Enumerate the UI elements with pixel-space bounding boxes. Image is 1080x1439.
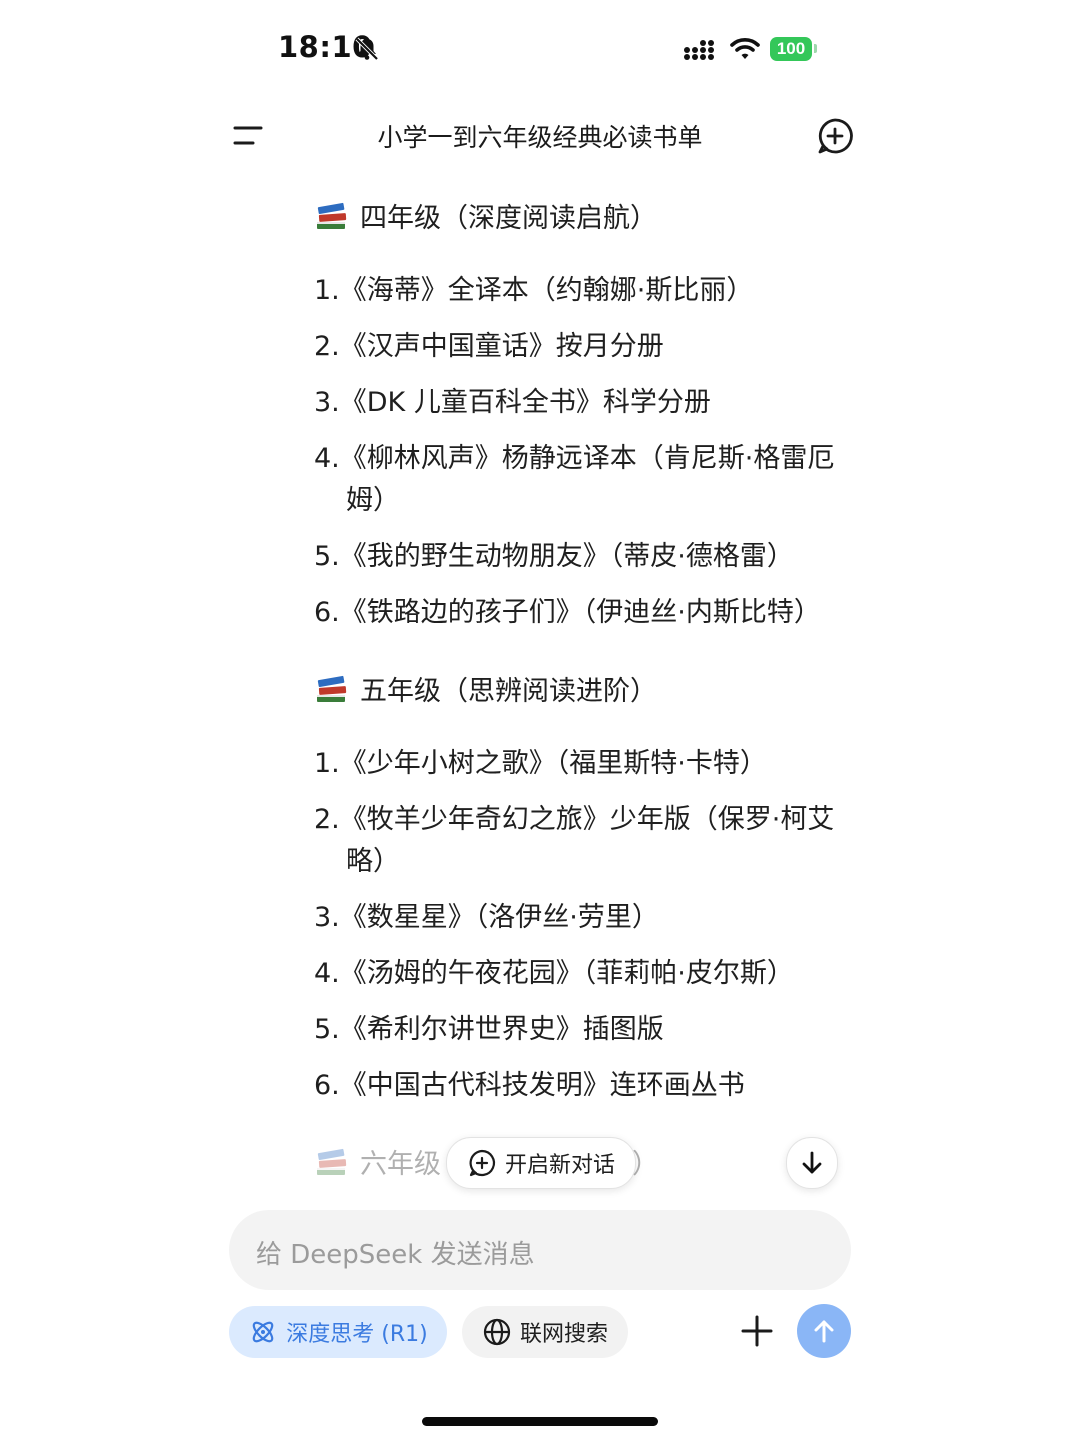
section-heading-grade4: 四年级（深度阅读启航） [314, 196, 657, 235]
scroll-down-button[interactable] [786, 1137, 838, 1189]
list-item: 5.《希利尔讲世界史》插图版 [314, 1014, 664, 1045]
send-button[interactable] [797, 1304, 851, 1358]
home-indicator[interactable] [422, 1417, 658, 1426]
books-icon [317, 1148, 347, 1175]
books-icon [317, 202, 347, 229]
deep-think-toggle[interactable]: 深度思考 (R1) [229, 1306, 447, 1358]
bell-slash-icon [355, 37, 379, 61]
arrow-up-icon [814, 1320, 834, 1343]
battery-tip [814, 44, 817, 53]
atom-icon [252, 1321, 274, 1343]
section-heading-tail: ） [632, 1149, 659, 1180]
globe-icon [483, 1318, 511, 1346]
page-title: 小学一到六年级经典必读书单 [377, 123, 703, 152]
books-icon [317, 675, 347, 702]
message-input[interactable]: 给 DeepSeek 发送消息 [229, 1210, 851, 1290]
section-heading-grade6: 六年级 [314, 1142, 441, 1181]
list-item: 4.《汤姆的午夜花园》（菲莉帕·皮尔斯） [314, 958, 794, 989]
list-item: 5.《我的野生动物朋友》（蒂皮·德格雷） [314, 541, 794, 572]
list-item: 1.《少年小树之歌》（福里斯特·卡特） [314, 748, 767, 779]
list-item: 1.《海蒂》全译本（约翰娜·斯比丽） [314, 275, 754, 306]
section-heading-text: 六年级 [360, 1149, 441, 1180]
arrow-down-icon [802, 1151, 822, 1174]
list-item: 2.《牧羊少年奇幻之旅》少年版（保罗·柯艾略） [314, 804, 835, 877]
section-heading-grade5: 五年级（思辨阅读进阶） [314, 669, 657, 708]
wifi-icon [730, 38, 760, 59]
plus-icon[interactable] [740, 1314, 774, 1348]
list-item: 2.《汉声中国童话》按月分册 [314, 331, 664, 362]
new-chat-icon[interactable] [815, 116, 855, 156]
battery-level: 100 [776, 39, 806, 58]
deep-think-label: 深度思考 (R1) [286, 1322, 428, 1347]
web-search-toggle[interactable]: 联网搜索 [462, 1306, 628, 1358]
list-item: 4.《柳林风声》杨静远译本（肯尼斯·格雷厄姆） [314, 443, 835, 516]
list-item: 3.《数星星》（洛伊丝·劳里） [314, 902, 659, 933]
section-heading-text: 五年级（思辨阅读进阶） [360, 676, 657, 707]
new-chat-icon [469, 1149, 495, 1177]
section-heading-text: 四年级（深度阅读启航） [360, 203, 657, 234]
web-search-label: 联网搜索 [519, 1322, 608, 1347]
new-chat-label: 开启新对话 [504, 1153, 615, 1178]
battery-icon: 100 [770, 37, 812, 61]
list-item: 3.《DK 儿童百科全书》科学分册 [314, 387, 711, 418]
list-item: 6.《中国古代科技发明》连环画丛书 [314, 1070, 745, 1101]
message-input-placeholder: 给 DeepSeek 发送消息 [256, 1240, 535, 1270]
list-item: 6.《铁路边的孩子们》（伊迪丝·内斯比特） [314, 597, 821, 628]
menu-icon[interactable] [232, 122, 264, 150]
signal-icon [684, 40, 714, 60]
new-chat-button[interactable]: 开启新对话 [446, 1137, 636, 1189]
